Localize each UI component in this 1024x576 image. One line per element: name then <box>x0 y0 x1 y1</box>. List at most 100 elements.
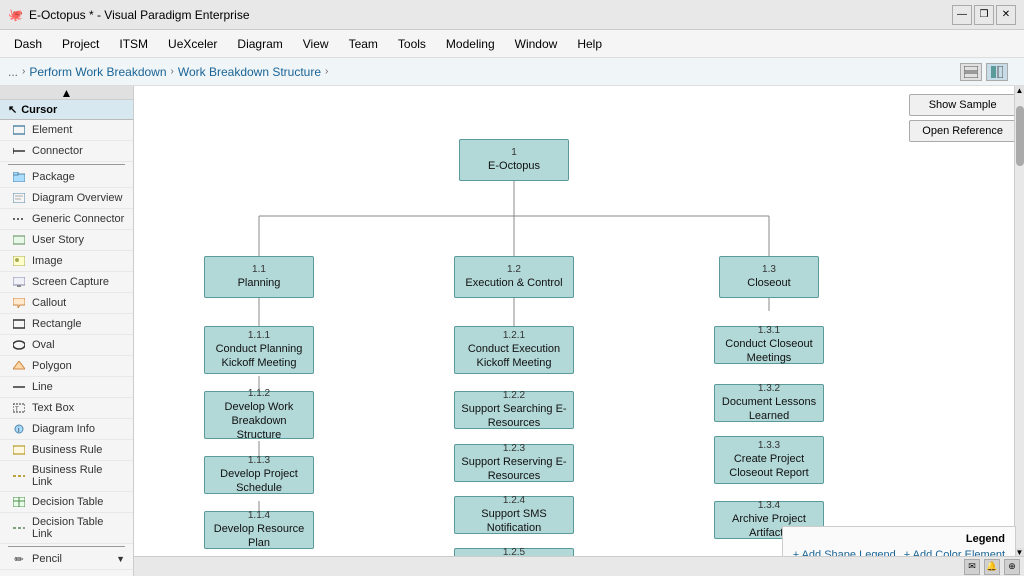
root-label: E-Octopus <box>488 159 540 173</box>
screen-capture-icon <box>12 275 26 289</box>
scroll-thumb[interactable] <box>1016 106 1024 166</box>
menu-modeling[interactable]: Modeling <box>436 33 505 55</box>
sidebar-section-cursor[interactable]: ↖ Cursor <box>0 100 133 120</box>
decision-table-icon <box>12 495 26 509</box>
wbs-node-1-2-3[interactable]: 1.2.3 Support Reserving E-Resources <box>454 444 574 482</box>
menu-itsm[interactable]: ITSM <box>109 33 158 55</box>
sidebar-item-diagram-overview[interactable]: Diagram Overview <box>0 188 133 209</box>
wbs-node-1-1-1[interactable]: 1.1.1 Conduct Planning Kickoff Meeting <box>204 326 314 374</box>
sidebar-item-decision-table[interactable]: Decision Table <box>0 492 133 513</box>
sidebar-item-diagram-info[interactable]: i Diagram Info <box>0 419 133 440</box>
wbs-node-1-2-2[interactable]: 1.2.2 Support Searching E-Resources <box>454 391 574 429</box>
sidebar-item-polygon[interactable]: Polygon <box>0 356 133 377</box>
scroll-up-arrow[interactable]: ▲ <box>1015 86 1024 94</box>
wbs-node-1-1[interactable]: 1.1 Planning <box>204 256 314 298</box>
sidebar-item-rectangle[interactable]: Rectangle <box>0 314 133 335</box>
titlebar-left: 🐙 E-Octopus * - Visual Paradigm Enterpri… <box>8 8 250 22</box>
text-box-label: Text Box <box>32 402 74 414</box>
sidebar-item-oval[interactable]: Oval <box>0 335 133 356</box>
wbs-node-1-1-4[interactable]: 1.1.4 Develop Resource Plan <box>204 511 314 549</box>
toolbar-icon-1[interactable] <box>960 63 982 81</box>
package-icon <box>12 170 26 184</box>
sidebar-item-generic-connector[interactable]: Generic Connector <box>0 209 133 230</box>
menu-view[interactable]: View <box>293 33 339 55</box>
wbs-node-1-1-2[interactable]: 1.1.2 Develop Work Breakdown Structure <box>204 391 314 439</box>
1-2-num: 1.2 <box>507 264 521 276</box>
1-3-4-num: 1.3.4 <box>758 500 780 512</box>
sidebar-item-connector[interactable]: Connector <box>0 141 133 162</box>
wbs-node-1-3-2[interactable]: 1.3.2 Document Lessons Learned <box>714 384 824 422</box>
pencil-icon: ✏ <box>12 552 26 566</box>
minimize-button[interactable]: — <box>952 5 972 25</box>
wbs-node-1-2-4[interactable]: 1.2.4 Support SMS Notification <box>454 496 574 534</box>
wbs-inner: 1 E-Octopus 1.1 Planning 1.2 Execution &… <box>144 86 1014 566</box>
sidebar-item-business-rule-link[interactable]: Business Rule Link <box>0 461 133 492</box>
canvas-area: Show Sample Open Reference <box>134 86 1024 576</box>
menu-tools[interactable]: Tools <box>388 33 436 55</box>
line-label: Line <box>32 381 53 393</box>
scroll-down-arrow[interactable]: ▼ <box>1015 548 1024 556</box>
wbs-node-1-1-3[interactable]: 1.1.3 Develop Project Schedule <box>204 456 314 494</box>
toolbar-icon-2[interactable] <box>986 63 1008 81</box>
screen-capture-label: Screen Capture <box>32 276 109 288</box>
callout-label: Callout <box>32 297 66 309</box>
wbs-diagram[interactable]: 1 E-Octopus 1.1 Planning 1.2 Execution &… <box>134 86 1024 576</box>
rectangle-label: Rectangle <box>32 318 82 330</box>
menu-team[interactable]: Team <box>339 33 388 55</box>
svg-text:T: T <box>15 407 19 413</box>
wbs-node-root[interactable]: 1 E-Octopus <box>459 139 569 181</box>
1-3-label: Closeout <box>747 276 790 290</box>
breadcrumb-item-2[interactable]: Work Breakdown Structure <box>178 65 321 79</box>
diagram-overview-icon <box>12 191 26 205</box>
status-icon-1[interactable]: ✉ <box>964 559 980 575</box>
sidebar-item-text-box[interactable]: T Text Box <box>0 398 133 419</box>
titlebar: 🐙 E-Octopus * - Visual Paradigm Enterpri… <box>0 0 1024 30</box>
oval-label: Oval <box>32 339 55 351</box>
sidebar-item-screen-capture[interactable]: Screen Capture <box>0 272 133 293</box>
menu-help[interactable]: Help <box>567 33 612 55</box>
breadcrumb-item-1[interactable]: Perform Work Breakdown <box>29 65 166 79</box>
wbs-node-1-2-1[interactable]: 1.2.1 Conduct Execution Kickoff Meeting <box>454 326 574 374</box>
wbs-node-1-2[interactable]: 1.2 Execution & Control <box>454 256 574 298</box>
status-icon-2[interactable]: 🔔 <box>984 559 1000 575</box>
polygon-icon <box>12 359 26 373</box>
maximize-button[interactable]: ❒ <box>974 5 994 25</box>
sidebar-item-user-story[interactable]: User Story <box>0 230 133 251</box>
1-3-3-num: 1.3.3 <box>758 440 780 452</box>
wbs-node-1-3-1[interactable]: 1.3.1 Conduct Closeout Meetings <box>714 326 824 364</box>
sidebar-item-element[interactable]: Element <box>0 120 133 141</box>
separator-1 <box>8 164 125 165</box>
sidebar-scroll-up[interactable]: ▲ <box>0 86 133 100</box>
sidebar-item-business-rule[interactable]: Business Rule <box>0 440 133 461</box>
breadcrumb-arrow-1: › <box>22 66 25 77</box>
sidebar-item-callout[interactable]: Callout <box>0 293 133 314</box>
statusbar: ✉ 🔔 ⊕ <box>134 556 1024 576</box>
business-rule-label: Business Rule <box>32 444 102 456</box>
close-button[interactable]: ✕ <box>996 5 1016 25</box>
sidebar-item-line[interactable]: Line <box>0 377 133 398</box>
status-icon-3[interactable]: ⊕ <box>1004 559 1020 575</box>
1-2-1-label: Conduct Execution Kickoff Meeting <box>459 342 569 371</box>
sidebar-item-decision-table-link[interactable]: Decision Table Link <box>0 513 133 544</box>
cursor-icon: ↖ <box>8 103 17 116</box>
wbs-node-1-3[interactable]: 1.3 Closeout <box>719 256 819 298</box>
menu-project[interactable]: Project <box>52 33 109 55</box>
menu-diagram[interactable]: Diagram <box>227 33 292 55</box>
1-2-3-label: Support Reserving E-Resources <box>459 455 569 484</box>
cursor-label: Cursor <box>21 104 57 116</box>
menu-dash[interactable]: Dash <box>4 33 52 55</box>
1-2-4-num: 1.2.4 <box>503 495 525 507</box>
decision-table-label: Decision Table <box>32 496 103 508</box>
sidebar-item-image[interactable]: Image <box>0 251 133 272</box>
sidebar-item-package[interactable]: Package <box>0 167 133 188</box>
sidebar-item-pencil[interactable]: ✏ Pencil ▼ <box>0 549 133 570</box>
vertical-scrollbar[interactable]: ▲ ▼ <box>1014 86 1024 556</box>
wbs-node-1-3-3[interactable]: 1.3.3 Create Project Closeout Report <box>714 436 824 484</box>
image-label: Image <box>32 255 63 267</box>
menu-uexceler[interactable]: UeXceler <box>158 33 227 55</box>
menu-window[interactable]: Window <box>505 33 568 55</box>
1-2-2-label: Support Searching E-Resources <box>459 402 569 431</box>
text-box-icon: T <box>12 401 26 415</box>
breadcrumb-nav[interactable]: ... <box>8 65 18 79</box>
pencil-label: Pencil <box>32 553 62 565</box>
